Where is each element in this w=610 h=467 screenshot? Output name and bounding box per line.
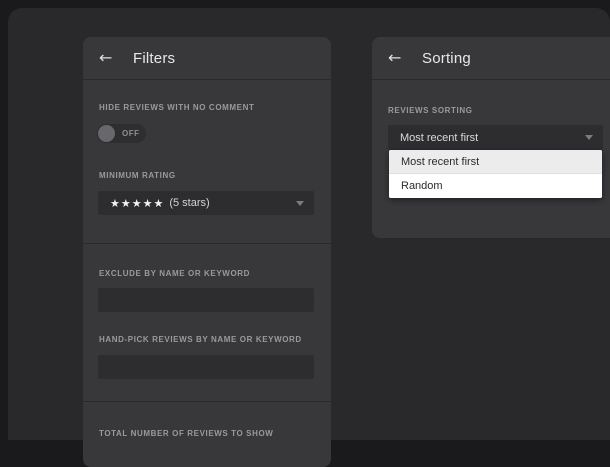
chevron-down-icon <box>585 135 593 140</box>
minimum-rating-label: MINIMUM RATING <box>99 171 315 180</box>
handpick-keyword-label: HAND-PICK REVIEWS BY NAME OR KEYWORD <box>99 335 315 344</box>
filters-panel: ← Filters HIDE REVIEWS WITH NO COMMENT O… <box>83 37 331 467</box>
reviews-sorting-value: Most recent first <box>400 132 478 144</box>
back-arrow-icon[interactable]: ← <box>388 48 408 68</box>
reviews-sorting-label: REVIEWS SORTING <box>388 106 602 115</box>
back-arrow-icon[interactable]: ← <box>99 48 119 68</box>
toggle-knob-icon <box>98 125 115 142</box>
toggle-state-label: OFF <box>122 129 140 138</box>
exclude-keyword-input[interactable] <box>98 288 314 312</box>
chevron-down-icon <box>296 201 304 206</box>
section-divider <box>83 243 331 244</box>
hide-no-comment-label: HIDE REVIEWS WITH NO COMMENT <box>99 103 315 112</box>
sorting-title: Sorting <box>422 50 471 67</box>
total-reviews-label: TOTAL NUMBER OF REVIEWS TO SHOW <box>99 429 315 438</box>
reviews-sorting-select[interactable]: Most recent first <box>388 125 603 150</box>
sorting-panel: ← Sorting REVIEWS SORTING Most recent fi… <box>372 37 610 238</box>
filters-header: ← Filters <box>83 37 331 80</box>
handpick-keyword-input[interactable] <box>98 355 314 379</box>
sorting-header: ← Sorting <box>372 37 610 80</box>
menu-item-most-recent-first[interactable]: Most recent first <box>389 150 602 174</box>
minimum-rating-value: (5 stars) <box>169 197 209 209</box>
stars-icon: ★★★★★ <box>110 197 164 210</box>
sorting-dropdown-menu: Most recent first Random <box>389 150 602 198</box>
minimum-rating-select[interactable]: ★★★★★ (5 stars) <box>98 191 314 215</box>
filters-title: Filters <box>133 50 175 67</box>
hide-no-comment-toggle[interactable]: OFF <box>97 124 146 143</box>
exclude-keyword-label: EXCLUDE BY NAME OR KEYWORD <box>99 269 315 278</box>
menu-item-random[interactable]: Random <box>389 174 602 198</box>
section-divider <box>83 401 331 402</box>
